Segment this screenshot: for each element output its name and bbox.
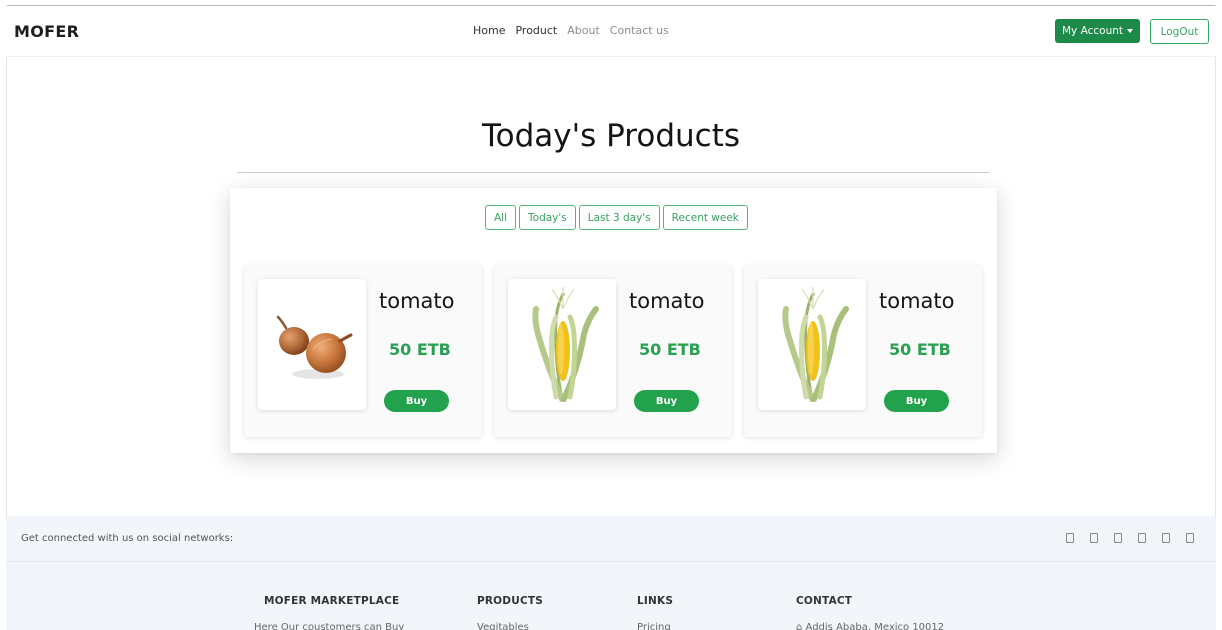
footer-column-products: PRODUCTS Vegitables <box>477 595 543 630</box>
footer-heading: CONTACT <box>796 595 853 607</box>
buy-button[interactable]: Buy <box>884 390 949 412</box>
footer-column-links: LINKS Pricing <box>637 595 673 630</box>
social-text: Get connected with us on social networks… <box>21 533 234 544</box>
nav-link-about[interactable]: About <box>567 24 600 37</box>
page-title: Today's Products <box>481 118 741 154</box>
footer-column-marketplace: MOFER MARKETPLACE Here Our coustomers ca… <box>254 595 404 630</box>
logout-button[interactable]: LogOut <box>1150 19 1209 44</box>
filter-recent-week-button[interactable]: Recent week <box>662 205 748 230</box>
footer-address-text: Addis Ababa, Mexico 10012 <box>805 622 945 630</box>
buy-button[interactable]: Buy <box>634 390 699 412</box>
title-divider <box>237 172 989 173</box>
footer-text: Here Our coustomers can Buy <box>254 622 405 630</box>
filter-group: All Today's Last 3 day's Recent week <box>485 205 748 230</box>
github-icon[interactable] <box>1186 533 1194 543</box>
social-icons <box>1066 533 1194 543</box>
product-price: 50 ETB <box>889 340 951 359</box>
nav-links: Home Product About Contact us <box>473 24 669 37</box>
home-icon: ⌂ <box>796 622 803 630</box>
linkedin-icon[interactable] <box>1162 533 1170 543</box>
onion-image <box>276 315 353 379</box>
buy-button[interactable]: Buy <box>384 390 449 412</box>
my-account-label: My Account <box>1061 25 1123 37</box>
product-card: tomato 50 ETB Buy <box>244 265 482 437</box>
filter-all-button[interactable]: All <box>485 205 517 230</box>
nav-link-home[interactable]: Home <box>473 24 505 37</box>
nav-link-contact[interactable]: Contact us <box>610 24 669 37</box>
brand-logo[interactable]: MOFER <box>14 22 79 41</box>
twitter-icon[interactable] <box>1090 533 1098 543</box>
social-bar: Get connected with us on social networks… <box>6 516 1216 562</box>
footer-heading: MOFER MARKETPLACE <box>264 595 400 607</box>
footer-link-pricing[interactable]: Pricing <box>637 622 673 630</box>
instagram-icon[interactable] <box>1138 533 1146 543</box>
product-card: tomato 50 ETB Buy <box>744 265 982 437</box>
footer-link-vegitables[interactable]: Vegitables <box>477 622 543 630</box>
footer-column-contact: CONTACT ⌂ Addis Ababa, Mexico 10012 <box>796 595 944 630</box>
product-price: 50 ETB <box>389 340 451 359</box>
footer-heading: PRODUCTS <box>477 595 543 607</box>
corn-image <box>532 287 599 402</box>
product-image-corn <box>758 279 866 410</box>
facebook-icon[interactable] <box>1066 533 1074 543</box>
product-image-corn <box>508 279 616 410</box>
google-icon[interactable] <box>1114 533 1122 543</box>
filter-last-3-days-button[interactable]: Last 3 day's <box>578 205 660 230</box>
corn-image <box>782 287 849 402</box>
navbar: MOFER Home Product About Contact us My A… <box>6 6 1216 57</box>
product-card: tomato 50 ETB Buy <box>494 265 732 437</box>
my-account-dropdown-button[interactable]: My Account <box>1055 19 1140 43</box>
product-name: tomato <box>379 289 455 313</box>
products-panel: All Today's Last 3 day's Recent week tom… <box>230 188 997 453</box>
nav-link-product[interactable]: Product <box>515 24 557 37</box>
footer: MOFER MARKETPLACE Here Our coustomers ca… <box>6 562 1216 630</box>
product-image-onion <box>258 279 366 410</box>
product-name: tomato <box>879 289 955 313</box>
product-price: 50 ETB <box>639 340 701 359</box>
footer-heading: LINKS <box>637 595 674 607</box>
footer-address: ⌂ Addis Ababa, Mexico 10012 <box>796 622 944 630</box>
filter-todays-button[interactable]: Today's <box>519 205 576 230</box>
product-name: tomato <box>629 289 705 313</box>
caret-down-icon <box>1127 29 1133 33</box>
